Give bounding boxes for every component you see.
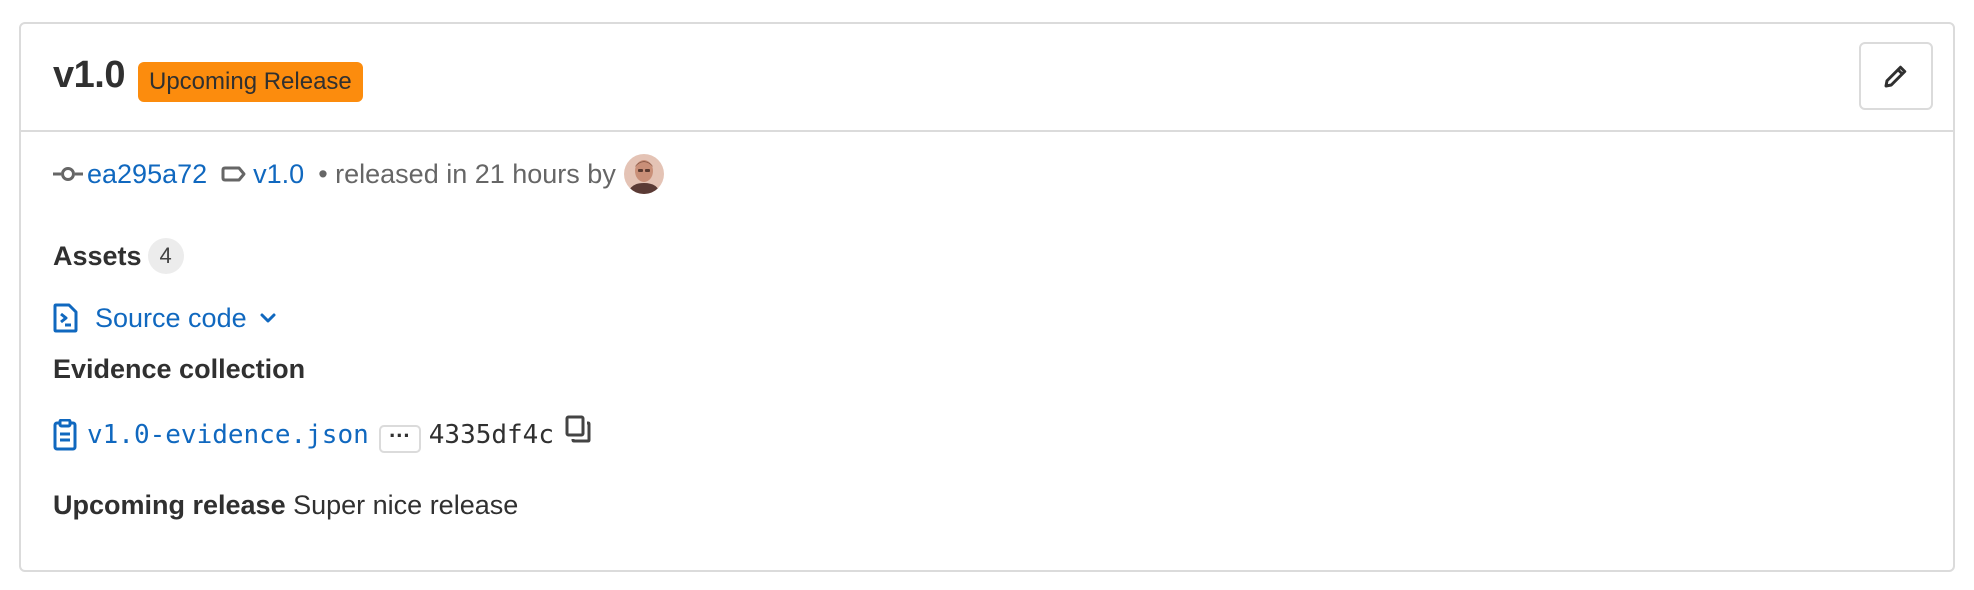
evidence-file-link[interactable]: v1.0-evidence.json — [87, 420, 369, 450]
expand-sha-button[interactable]: ... — [378, 417, 421, 453]
released-text: • released in 21 hours by — [318, 158, 616, 189]
avatar[interactable] — [623, 154, 664, 194]
evidence-sha: 4335df4c — [428, 420, 554, 450]
tag-link[interactable]: v1.0 — [253, 159, 304, 190]
doc-code-icon — [53, 303, 79, 333]
copy-icon[interactable] — [564, 414, 592, 444]
ellipsis-label: ... — [389, 417, 411, 442]
assets-heading: Assets 4 — [53, 238, 184, 274]
evidence-row: v1.0-evidence.json ... 4335df4c — [53, 414, 592, 456]
evidence-heading: Evidence collection — [53, 354, 306, 384]
tag-icon — [221, 164, 247, 184]
assets-heading-label: Assets — [53, 241, 142, 271]
edit-release-button[interactable] — [1859, 42, 1933, 110]
release-card: v1.0 Upcoming Release ea295a72 v1.0 • re… — [19, 22, 1955, 572]
release-title: v1.0 — [53, 54, 125, 96]
clipboard-icon — [53, 419, 77, 451]
release-notes-text: Super nice release — [293, 490, 519, 520]
release-meta: ea295a72 v1.0 • released in 21 hours by — [53, 154, 664, 194]
upcoming-release-badge: Upcoming Release — [138, 62, 363, 102]
release-notes: Upcoming release Super nice release — [53, 490, 518, 521]
release-notes-label: Upcoming release — [53, 490, 286, 520]
commit-sha-link[interactable]: ea295a72 — [87, 159, 207, 190]
assets-count-badge: 4 — [147, 238, 184, 274]
chevron-down-icon — [259, 311, 277, 325]
release-header: v1.0 Upcoming Release — [21, 24, 1953, 132]
pencil-icon — [1881, 61, 1911, 91]
source-code-label[interactable]: Source code — [95, 303, 247, 334]
commit-icon — [53, 164, 83, 184]
source-code-dropdown[interactable]: Source code — [53, 298, 277, 338]
